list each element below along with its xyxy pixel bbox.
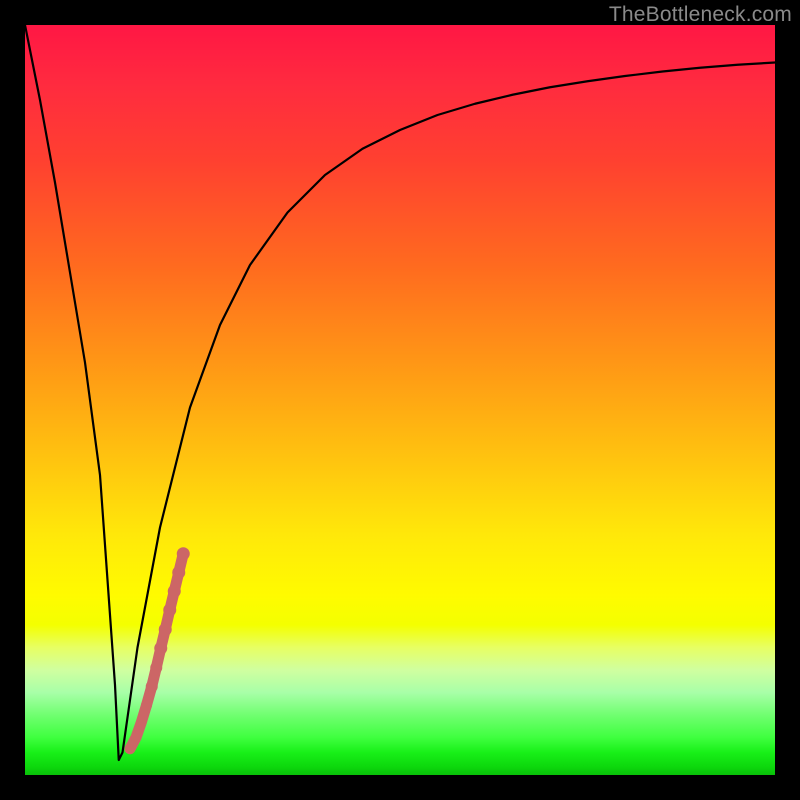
highlight-point <box>131 733 141 743</box>
highlight-point <box>125 744 135 754</box>
bottleneck-curve <box>25 25 775 760</box>
highlight-point <box>177 547 190 560</box>
highlight-point <box>136 718 146 728</box>
highlight-point <box>163 604 176 617</box>
highlight-point <box>150 662 162 674</box>
highlight-point <box>168 585 181 598</box>
watermark-text: TheBottleneck.com <box>609 3 792 27</box>
highlight-point <box>141 700 152 711</box>
highlight-point <box>172 566 185 579</box>
highlight-segment <box>125 547 190 754</box>
highlight-point <box>146 681 158 693</box>
plot-area <box>25 25 775 775</box>
chart-svg <box>25 25 775 775</box>
highlight-point <box>159 623 172 636</box>
highlight-point <box>154 642 167 655</box>
chart-container: TheBottleneck.com <box>0 0 800 800</box>
